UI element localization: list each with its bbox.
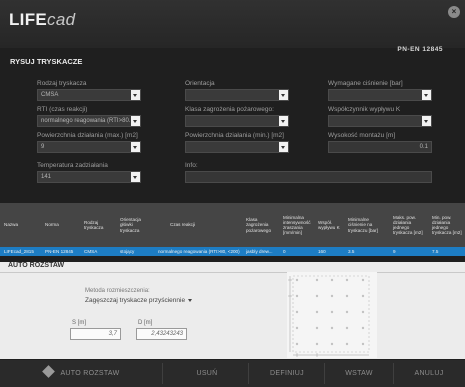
table-cell: 3.5 xyxy=(348,249,355,254)
table-row[interactable]: LIFEcad_2815 PN-EN 12845 CMSA stojący no… xyxy=(0,247,465,256)
column-header[interactable]: Klasa zagrożenia pożarowego xyxy=(246,203,276,247)
diamond-icon xyxy=(42,365,56,378)
table-cell: jasbly drew... xyxy=(246,249,273,254)
dialog-window: LIFEcad × PN-EN 12845 RYSUJ TRYSKACZE Ro… xyxy=(0,0,465,387)
column-header[interactable]: Norma xyxy=(45,203,73,247)
divider xyxy=(393,363,394,384)
table-cell: normalnego reagowania (RTI>80, <200) xyxy=(158,249,240,254)
field-pow-max: Powierzchnia działania (max.) [m2] 9 xyxy=(37,132,141,153)
divider xyxy=(162,363,163,384)
auto-placement-button[interactable]: AUTO ROZSTAW xyxy=(42,365,122,382)
rodzaj-select[interactable]: CMSA xyxy=(37,89,141,101)
rti-label: RTI (czas reakcji) xyxy=(37,106,88,113)
chevron-down-icon[interactable] xyxy=(131,116,140,126)
method-label: Metoda rozmieszczenia: xyxy=(85,288,150,294)
column-header[interactable]: Maks. pow. działania jednego tryskacza [… xyxy=(393,203,427,247)
column-header[interactable]: Współ. wypływu K xyxy=(318,203,342,247)
wysokosc-label: Wysokość montażu [m] xyxy=(328,132,396,139)
table-cell: 7.5 xyxy=(432,249,439,254)
column-header[interactable]: Min. pow. działania jednego tryskacza [m… xyxy=(432,203,464,247)
s-label: S [m] xyxy=(72,320,87,326)
table-cell: 160 xyxy=(318,249,326,254)
field-wspolczynnik: Współczynnik wypływu K xyxy=(328,106,432,127)
chevron-down-icon[interactable] xyxy=(131,142,140,152)
delete-button[interactable]: USUŃ xyxy=(168,365,246,382)
d-input[interactable]: 2,43243243 xyxy=(136,328,187,340)
auto-placement-title: AUTO ROZSTAW xyxy=(8,262,65,269)
pow-min-select[interactable] xyxy=(185,141,289,153)
field-rti: RTI (czas reakcji) normalnego reagowania… xyxy=(37,106,141,127)
wspolczynnik-label: Współczynnik wypływu K xyxy=(328,106,401,113)
column-header[interactable]: Minimalna intensywność zraszania [mm/min… xyxy=(283,203,313,247)
divider xyxy=(324,363,325,384)
field-temperatura: Temperatura zadziałania 141 xyxy=(37,162,141,183)
placement-preview xyxy=(287,272,377,358)
cisnienie-label: Wymagane ciśnienie [bar] xyxy=(328,80,403,87)
wysokosc-input[interactable]: 0.1 xyxy=(328,141,432,153)
field-info: Info: xyxy=(185,162,432,183)
rti-select[interactable]: normalnego reagowania (RTI>80... xyxy=(37,115,141,127)
close-icon[interactable]: × xyxy=(448,6,460,18)
chevron-down-icon[interactable] xyxy=(279,142,288,152)
temperatura-select[interactable]: 141 xyxy=(37,171,141,183)
insert-button[interactable]: WSTAW xyxy=(328,365,390,382)
table-cell: 9 xyxy=(393,249,396,254)
sprinkler-form: Rodzaj tryskacza CMSA Orientacja Wymagan… xyxy=(0,68,465,198)
table-cell: 0 xyxy=(283,249,286,254)
chevron-down-icon[interactable] xyxy=(422,116,431,126)
footer-bar: AUTO ROZSTAW USUŃ DEFINIUJ WSTAW ANULUJ xyxy=(0,360,465,387)
pow-min-label: Powierzchnia działania (min.) [m2] xyxy=(185,132,284,139)
temperatura-label: Temperatura zadziałania xyxy=(37,162,108,169)
info-field xyxy=(185,171,432,183)
field-klasa: Klasa zagrożenia pożarowego: xyxy=(185,106,289,127)
sprinkler-table: Nazwa Norma Rodzaj tryskacza Orientacja … xyxy=(0,203,465,259)
d-label: D [m] xyxy=(138,320,153,326)
chevron-down-icon[interactable] xyxy=(279,116,288,126)
header: LIFEcad × xyxy=(0,0,465,48)
field-orientacja: Orientacja xyxy=(185,80,289,101)
define-button[interactable]: DEFINIUJ xyxy=(252,365,322,382)
chevron-down-icon[interactable] xyxy=(131,172,140,182)
divider xyxy=(248,363,249,384)
klasa-label: Klasa zagrożenia pożarowego: xyxy=(185,106,274,113)
pow-max-label: Powierzchnia działania (max.) [m2] xyxy=(37,132,138,139)
chevron-down-icon[interactable] xyxy=(279,90,288,100)
orientacja-label: Orientacja xyxy=(185,80,215,87)
divider xyxy=(0,272,465,273)
field-rodzaj: Rodzaj tryskacza CMSA xyxy=(37,80,141,101)
table-cell: stojący xyxy=(120,249,135,254)
field-pow-min: Powierzchnia działania (min.) [m2] xyxy=(185,132,289,153)
method-select[interactable]: Zagęszczaj tryskacze przyściennie xyxy=(85,297,193,304)
table-header: Nazwa Norma Rodzaj tryskacza Orientacja … xyxy=(0,203,465,247)
chevron-down-icon[interactable] xyxy=(131,90,140,100)
field-cisnienie: Wymagane ciśnienie [bar] xyxy=(328,80,432,101)
page-title: RYSUJ TRYSKACZE xyxy=(10,57,83,66)
column-header[interactable]: Nazwa xyxy=(4,203,30,247)
wspolczynnik-select[interactable] xyxy=(328,115,432,127)
field-wysokosc: Wysokość montażu [m] 0.1 xyxy=(328,132,432,153)
rodzaj-label: Rodzaj tryskacza xyxy=(37,80,87,87)
column-header[interactable]: Minimalne ciśnienie na tryskaczu [bar] xyxy=(348,203,382,247)
column-header[interactable]: Czas reakcji xyxy=(170,203,218,247)
table-cell: PN-EN 12845 xyxy=(45,249,74,254)
cancel-button[interactable]: ANULUJ xyxy=(398,365,460,382)
table-cell: CMSA xyxy=(84,249,98,254)
table-cell: LIFEcad_2815 xyxy=(4,249,34,254)
column-header[interactable]: Rodzaj tryskacza xyxy=(84,203,114,247)
pow-max-select[interactable]: 9 xyxy=(37,141,141,153)
chevron-down-icon[interactable] xyxy=(422,90,431,100)
chevron-down-icon[interactable] xyxy=(188,298,193,302)
klasa-select[interactable] xyxy=(185,115,289,127)
orientacja-select[interactable] xyxy=(185,89,289,101)
app-logo: LIFEcad xyxy=(9,10,76,29)
info-label: Info: xyxy=(185,162,198,169)
norm-label: PN-EN 12845 xyxy=(397,46,443,53)
cisnienie-select[interactable] xyxy=(328,89,432,101)
column-header[interactable]: Orientacja główki tryskacza xyxy=(120,203,148,247)
placement-preview-drawing xyxy=(288,275,370,357)
s-input[interactable]: 3,7 xyxy=(70,328,121,340)
auto-placement-panel: AUTO ROZSTAW Metoda rozmieszczenia: Zagę… xyxy=(0,262,465,359)
